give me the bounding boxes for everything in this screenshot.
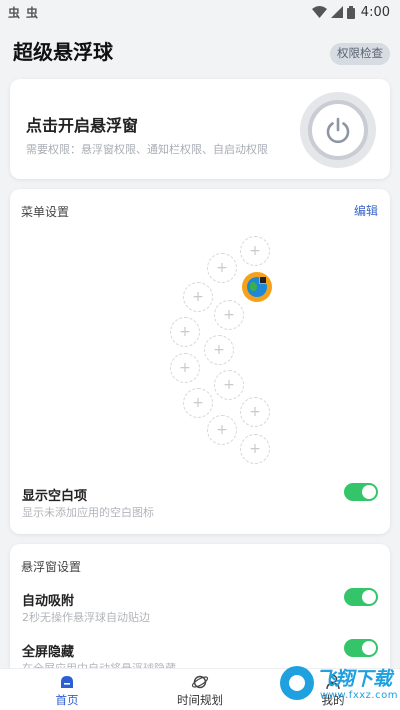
empty-slot-add-icon[interactable]: + xyxy=(170,317,200,347)
notification-icon: 虫 xyxy=(8,5,21,20)
wifi-icon xyxy=(311,6,327,18)
floating-window-settings-title: 悬浮窗设置 xyxy=(21,560,82,574)
notification-icon: 虫 xyxy=(26,5,39,20)
auto-attach-title: 自动吸附 xyxy=(22,594,75,609)
nav-item-home[interactable]: 首页 xyxy=(17,669,117,710)
empty-slot-add-icon[interactable]: + xyxy=(214,300,244,330)
show-blank-toggle[interactable] xyxy=(344,483,378,501)
menu-settings-title: 菜单设置 xyxy=(21,205,70,219)
power-icon xyxy=(326,117,350,144)
empty-slot-add-icon[interactable]: + xyxy=(240,434,270,464)
empty-slot-add-icon[interactable]: + xyxy=(214,370,244,400)
planet-icon xyxy=(191,675,209,689)
fullscreen-hide-toggle[interactable] xyxy=(344,639,378,657)
battery-icon xyxy=(346,5,355,19)
auto-attach-toggle[interactable] xyxy=(344,588,378,606)
empty-slot-add-icon[interactable]: + xyxy=(183,388,213,418)
nav-item-time-planning[interactable]: 时间规划 xyxy=(150,669,250,710)
nav-label-time-planning: 时间规划 xyxy=(177,693,223,707)
permission-requirements: 需要权限：悬浮窗权限、通知栏权限、自启动权限 xyxy=(26,143,268,156)
clock: 4:00 xyxy=(360,4,390,20)
app-shortcut-icon[interactable] xyxy=(242,272,272,302)
fullscreen-hide-title: 全屏隐藏 xyxy=(22,645,75,660)
show-blank-subtitle: 显示未添加应用的空白图标 xyxy=(22,506,154,519)
open-floating-window-title: 点击开启悬浮窗 xyxy=(26,116,139,135)
page-title: 超级悬浮球 xyxy=(13,40,113,64)
empty-slot-add-icon[interactable]: + xyxy=(240,236,270,266)
home-icon xyxy=(61,676,73,688)
nav-label-home: 首页 xyxy=(55,693,79,707)
edit-button[interactable]: 编辑 xyxy=(354,202,378,219)
watermark: 飞翔下载 www.fxxz.com xyxy=(276,660,397,710)
signal-icon xyxy=(330,6,343,18)
open-floating-window-card[interactable]: 点击开启悬浮窗 需要权限：悬浮窗权限、通知栏权限、自启动权限 xyxy=(10,79,390,179)
empty-slot-add-icon[interactable]: + xyxy=(204,335,234,365)
empty-slot-add-icon[interactable]: + xyxy=(170,353,200,383)
show-blank-title: 显示空白项 xyxy=(22,489,88,504)
watermark-url: www.fxxz.com xyxy=(320,690,398,701)
empty-slot-add-icon[interactable]: + xyxy=(183,282,213,312)
menu-settings-card: 菜单设置 编辑 + + + + + + + + + + + + 显示空白项 显示… xyxy=(10,189,390,534)
empty-slot-add-icon[interactable]: + xyxy=(240,397,270,427)
empty-slot-add-icon[interactable]: + xyxy=(207,253,237,283)
menu-arc-preview: + + + + + + + + + + + + xyxy=(10,229,390,469)
status-bar: 虫 虫 4:00 xyxy=(0,0,400,24)
power-button[interactable] xyxy=(300,92,376,168)
watermark-text: 飞翔下载 xyxy=(316,668,393,690)
auto-attach-subtitle: 2秒无操作悬浮球自动贴边 xyxy=(22,611,150,624)
empty-slot-add-icon[interactable]: + xyxy=(207,415,237,445)
watermark-logo-icon xyxy=(280,666,314,700)
permission-check-button[interactable]: 权限检查 xyxy=(330,43,390,65)
